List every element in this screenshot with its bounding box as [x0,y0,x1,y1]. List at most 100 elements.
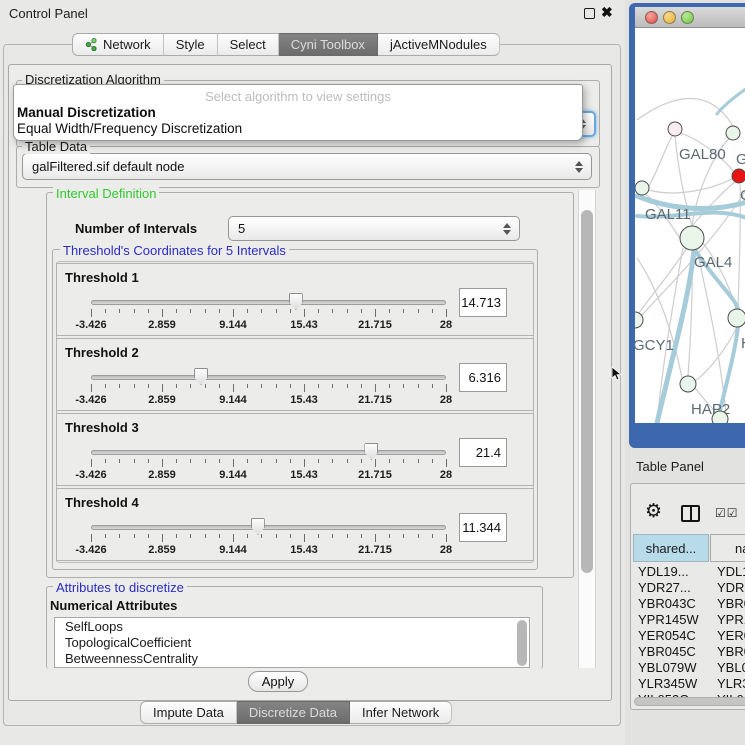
algorithm-popup: Select algorithm to view settings Manual… [13,84,583,141]
popup-hint: Select algorithm to view settings [14,89,582,104]
threshold-value-input[interactable]: 6.316 [459,363,507,392]
network-node[interactable] [635,181,649,195]
num-intervals-select[interactable]: 5 [228,216,520,241]
attributes-scrollbar-thumb[interactable] [517,620,527,666]
table-panel: ⚙ ☑☑ shared... name YDL19...YDL1YDR27...… [630,483,745,710]
tab-label: Cyni Toolbox [291,37,365,52]
tab-select[interactable]: Select [218,33,279,56]
settings-gear-icon[interactable]: ⚙ [645,502,662,521]
network-node[interactable] [680,376,696,392]
table-row[interactable]: YBR045CYBR0 [633,644,745,660]
num-intervals-label: Number of Intervals [75,221,197,236]
cell-name: YER0 [717,628,745,643]
tab-discretize-data[interactable]: Discretize Data [237,701,350,724]
column-checkboxes-icon[interactable]: ☑☑ [715,506,739,520]
cell-name: YDR2 [717,580,745,595]
table-data-group-title: Table Data [22,139,90,154]
cell-shared-name: YBR043C [638,596,696,611]
tab-jactivemnodules[interactable]: jActiveMNodules [378,33,500,56]
mouse-cursor [611,366,623,382]
table-row[interactable]: YDL19...YDL1 [633,564,745,580]
table-row[interactable]: YDR27... YDR2 [633,580,745,596]
tab-impute-data[interactable]: Impute Data [140,701,237,724]
tab-label: Discretize Data [249,705,337,720]
attribute-item[interactable]: BetweennessCentrality [55,650,529,666]
network-node[interactable] [680,226,704,250]
slider-thumb[interactable] [194,368,208,385]
slider-track[interactable] [91,300,446,305]
zoom-traffic-light-icon[interactable] [681,11,694,24]
tab-label: Impute Data [153,705,224,720]
column-header-name[interactable]: name [710,534,745,562]
slider-thumb[interactable] [364,443,378,460]
threshold-value-input[interactable]: 21.4 [459,438,507,467]
tab-network[interactable]: Network [72,33,164,56]
slider-tick-labels: -3.4262.8599.14415.4321.71528 [91,394,446,407]
tab-infer-network[interactable]: Infer Network [350,701,452,724]
table-data-select[interactable]: galFiltered.sif default node [22,153,592,180]
table-row[interactable]: YPR145WYPR1 [633,612,745,628]
popup-option[interactable]: Equal Width/Frequency Discretization [17,121,242,136]
network-node[interactable] [712,411,728,423]
slider-thumb[interactable] [251,518,265,535]
node-label: GAL4 [694,254,732,271]
num-intervals-value: 5 [238,221,245,236]
table-row[interactable]: YLR345WYLR3 [633,676,745,692]
close-icon[interactable]: ✖ [601,4,613,21]
panel-title: Control Panel [9,6,88,21]
tab-style[interactable]: Style [164,33,218,56]
slider-tick-labels: -3.4262.8599.14415.4321.71528 [91,544,446,557]
network-window-titlebar[interactable] [635,7,745,28]
close-traffic-light-icon[interactable] [645,11,658,24]
network-node[interactable] [726,126,740,140]
float-window-icon[interactable] [584,8,595,19]
attribute-item[interactable]: TopologicalCoefficient [55,634,529,650]
threshold-value-input[interactable]: 11.344 [459,513,507,542]
node-label: GAL11 [645,206,691,223]
network-node[interactable] [732,169,745,183]
tab-label: Style [176,37,205,52]
network-node[interactable] [668,122,682,136]
table-row[interactable]: YER054CYER0 [633,628,745,644]
network-view-window[interactable]: GAL80GACGAL11GAL4GCY1HHAP2 [629,3,745,448]
node-label: GA [736,151,745,168]
tab-label: Network [103,37,151,52]
slider-track[interactable] [91,375,446,380]
tab-cyni-toolbox[interactable]: Cyni Toolbox [279,33,378,56]
table-hscrollbar-thumb[interactable] [634,697,745,706]
cell-shared-name: YBL079W [638,660,697,675]
popup-option[interactable]: Manual Discretization [17,105,156,120]
table-row[interactable]: YBL079WYBL0 [633,660,745,676]
threshold-panel: Threshold 1-3.4262.8599.14415.4321.71528… [56,263,534,336]
slider-ticks [91,534,446,543]
bottom-tab-bar: Impute Data Discretize Data Infer Network [140,701,452,724]
split-columns-icon[interactable] [681,505,700,522]
slider-ticks [91,459,446,468]
cell-name: YBR0 [717,644,745,659]
threshold-label: Threshold 3 [65,420,139,435]
cell-shared-name: YDR27... [638,580,691,595]
threshold-label: Threshold 4 [65,495,139,510]
cell-shared-name: YLR345W [638,676,697,691]
interval-definition-title: Interval Definition [53,186,159,201]
node-label: H [741,335,745,352]
threshold-label: Threshold 2 [65,345,139,360]
cell-name: YPR1 [717,612,745,627]
threshold-value-input[interactable]: 14.713 [459,288,507,317]
table-row[interactable]: YBR043CYBR0 [633,596,745,612]
panel-scrollbar-thumb[interactable] [581,210,593,573]
slider-track[interactable] [91,525,446,530]
attribute-item[interactable]: SelfLoops [55,618,529,634]
slider-ticks [91,384,446,393]
network-node[interactable] [728,309,745,327]
slider-track[interactable] [91,450,446,455]
cell-name: YDL1 [717,564,745,579]
column-header-shared[interactable]: shared... [633,534,709,562]
apply-button[interactable]: Apply [248,671,308,692]
numerical-attributes-list[interactable]: SelfLoopsTopologicalCoefficientBetweenne… [54,617,530,668]
network-canvas[interactable]: GAL80GACGAL11GAL4GCY1HHAP2 [635,28,745,423]
combo-arrows-icon [503,223,511,235]
minimize-traffic-light-icon[interactable] [663,11,676,24]
slider-thumb[interactable] [289,293,303,310]
attributes-group-title: Attributes to discretize [53,580,187,595]
